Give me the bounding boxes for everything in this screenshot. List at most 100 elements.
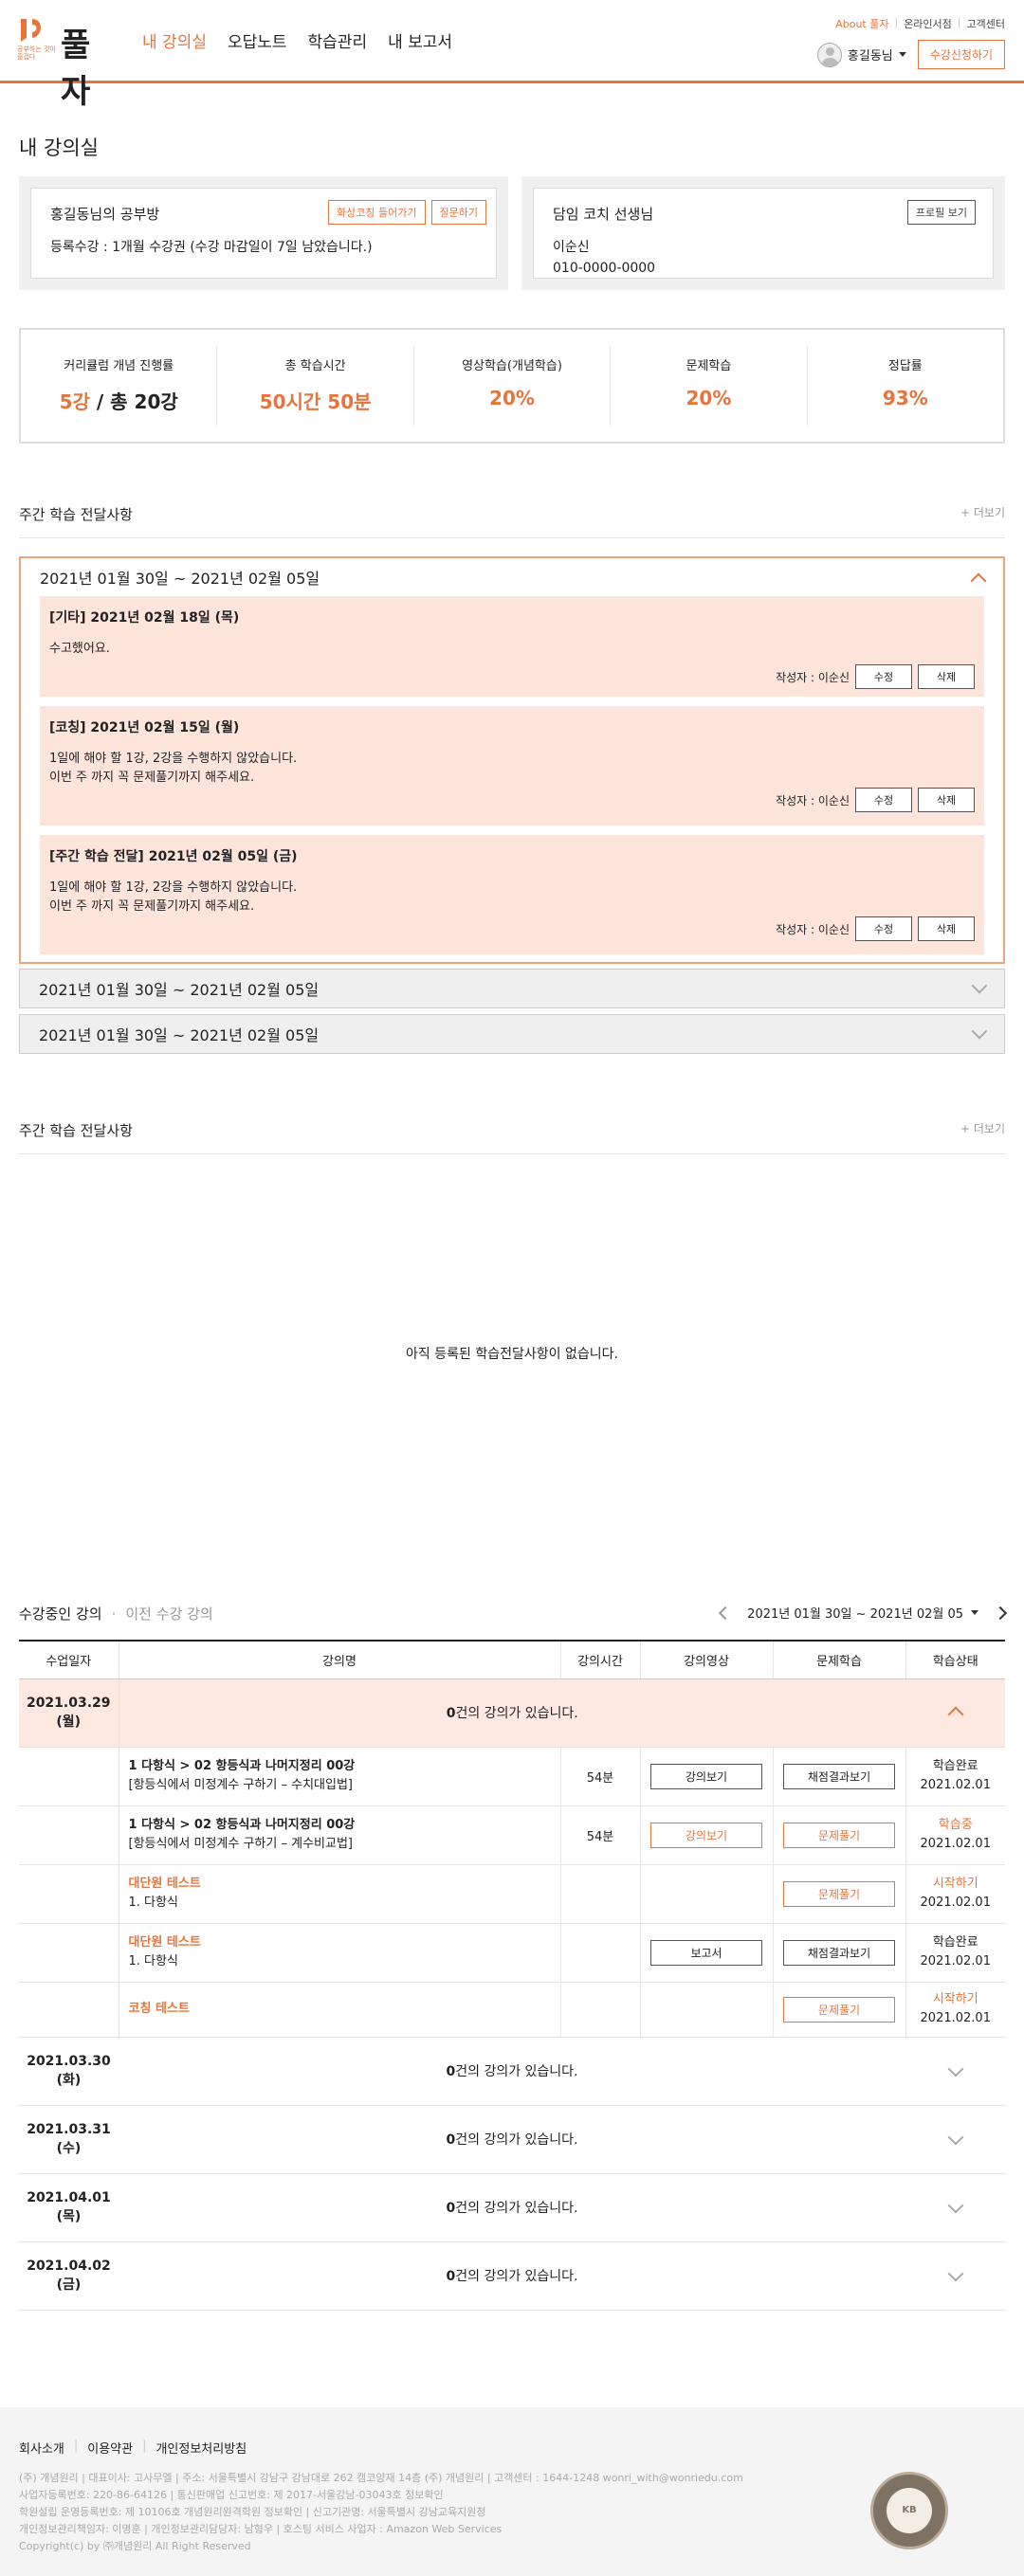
start-link[interactable]: 시작하기 <box>906 1990 1006 2009</box>
company-link[interactable]: 회사소개 <box>19 2439 64 2457</box>
weekly-accordion-closed[interactable]: 2021년 01월 30일 ~ 2021년 02월 05일 <box>19 1014 1005 1054</box>
notice-item: [코칭] 2021년 02월 15일 (월) 1일에 해야 할 1강, 2강을 … <box>40 706 984 825</box>
notice-item: [기타] 2021년 02월 18일 (목) 수고했어요. 작성자 : 이순신 수… <box>40 596 984 697</box>
logo[interactable]: 공부하는 것이 즐겁다 풀자 <box>17 17 121 111</box>
weekly-accordion-open: 2021년 01월 30일 ~ 2021년 02월 05일 [기타] 2021년… <box>19 556 1005 964</box>
edit-button[interactable]: 수정 <box>855 916 912 941</box>
grading-result-button[interactable]: 채점결과보기 <box>783 1763 895 1789</box>
nav-study-management[interactable]: 학습관리 <box>308 28 368 52</box>
accordion-header[interactable]: 2021년 01월 30일 ~ 2021년 02월 05일 <box>21 558 1003 596</box>
delete-button[interactable]: 삭제 <box>918 664 975 689</box>
stats-panel: 커리큘럼 개념 진행률 5강 / 총 20강 총 학습시간 50시간 50분 영상학… <box>19 328 1005 444</box>
logo-subtitle: 공부하는 것이 즐겁다 <box>17 45 56 61</box>
next-arrow-icon[interactable] <box>993 1605 1008 1620</box>
course-table: 수업일자 강의명 강의시간 강의영상 문제학습 학습상태 2021.03.29(… <box>19 1640 1005 2311</box>
user-area: 홍길동님 수강신청하기 <box>816 40 1005 69</box>
notice-item: [주간 학습 전달] 2021년 02월 05일 (금) 1일에 해야 할 1강… <box>40 835 984 954</box>
logo-text: 풀자 <box>61 27 92 111</box>
online-store-link[interactable]: 온라인서점 <box>904 16 952 31</box>
weekly-accordion-closed[interactable]: 2021년 01월 30일 ~ 2021년 02월 05일 <box>19 969 1005 1008</box>
stat-problem: 문제학습 20% <box>611 346 808 426</box>
day-row[interactable]: 2021.03.29 (월) 0건의 강의가 있습니다. <box>19 1678 1005 1748</box>
solve-problems-button[interactable]: 문제풀기 <box>783 1880 895 1907</box>
tab-past-courses[interactable]: 이전 수강 강의 <box>125 1604 212 1624</box>
section-title: 주간 학습 전달사항 <box>19 1122 133 1139</box>
start-link[interactable]: 시작하기 <box>906 1875 1006 1894</box>
stat-total-time: 총 학습시간 50시간 50분 <box>217 346 414 426</box>
chevron-down-icon <box>947 2265 963 2281</box>
watch-lecture-button[interactable]: 강의보기 <box>650 1763 762 1789</box>
section-title: 주간 학습 전달사항 <box>19 506 133 523</box>
chevron-down-icon <box>947 2197 963 2213</box>
header: 공부하는 것이 즐겁다 풀자 내 강의실 오답노트 학습관리 내 보고서 Abo… <box>0 0 1024 111</box>
apply-course-button[interactable]: 수강신청하기 <box>917 40 1005 69</box>
day-row[interactable]: 2021.03.31 (수) 0건의 강의가 있습니다. <box>19 2105 1005 2174</box>
utility-links: About 풀자 | 온라인서점 | 고객센터 <box>835 16 1005 31</box>
chevron-down-icon <box>971 1023 988 1040</box>
solve-problems-button[interactable]: 문제풀기 <box>783 1996 895 2023</box>
about-link[interactable]: About 풀자 <box>835 16 888 31</box>
profile-button[interactable]: 프로필 보기 <box>906 200 976 225</box>
more-link[interactable]: + 더보기 <box>960 504 1005 524</box>
nav-my-classroom[interactable]: 내 강의실 <box>142 28 207 52</box>
weekly-section-header-2: 주간 학습 전달사항 + 더보기 <box>19 1120 1005 1154</box>
table-row: 대단원 테스트 1. 다항식 보고서 채점결과보기 학습완료 2021.02.01 <box>19 1923 1005 1983</box>
nav-my-report[interactable]: 내 보고서 <box>388 28 452 52</box>
table-row: 1 다항식 > 02 항등식과 나머지정리 00강 [항등식에서 미정계수 구하기… <box>19 1747 1005 1806</box>
coach-card: 담임 코치 선생님 프로필 보기 이순신 010-0000-0000 <box>521 176 1005 290</box>
nav-wrong-answer-note[interactable]: 오답노트 <box>228 28 287 52</box>
coach-info: 이순신 010-0000-0000 <box>553 237 974 279</box>
stat-video: 영상학습(개념학습) 20% <box>414 346 612 426</box>
chevron-down-icon <box>947 2129 963 2145</box>
chevron-up-icon <box>970 572 987 590</box>
stat-accuracy: 정답률 93% <box>882 359 928 409</box>
avatar <box>816 42 842 67</box>
caret-down-icon <box>971 1610 978 1615</box>
delete-button[interactable]: 삭제 <box>918 916 975 941</box>
empty-message: 아직 등록된 학습전달사항이 없습니다. <box>406 1347 618 1362</box>
course-tabs: 수강중인 강의 · 이전 수강 강의 <box>19 1604 213 1624</box>
footer-links: 회사소개 | 이용약관 | 개인정보처리방침 <box>19 2439 247 2457</box>
user-menu[interactable]: 홍길동님 <box>816 42 906 67</box>
chevron-down-icon <box>947 2060 963 2077</box>
chevron-up-icon <box>947 1706 963 1723</box>
page-title: 내 강의실 <box>19 136 99 159</box>
date-range-nav: 2021년 01월 30일 ~ 2021년 02월 05 <box>719 1604 1008 1622</box>
privacy-link[interactable]: 개인정보처리방침 <box>155 2439 247 2457</box>
table-row: 대단원 테스트 1. 다항식 문제풀기 시작하기 2021.02.01 <box>19 1864 1006 1924</box>
terms-link[interactable]: 이용약관 <box>87 2439 133 2457</box>
coach-name: 이순신 <box>553 240 590 255</box>
edit-button[interactable]: 수정 <box>855 788 912 812</box>
tab-current-courses[interactable]: 수강중인 강의 <box>19 1604 102 1624</box>
user-name: 홍길동님 <box>847 49 893 63</box>
study-room-card: 홍길동님의 공부방 화상코칭 들어가기 질문하기 등록수강 : 1개월 수강권 … <box>19 176 508 290</box>
coach-phone: 010-0000-0000 <box>553 261 656 276</box>
stat-curriculum: 커리큘럼 개념 진행률 5강 / 총 20강 <box>21 346 218 426</box>
solve-problems-button[interactable]: 문제풀기 <box>783 1822 895 1848</box>
watch-lecture-button[interactable]: 강의보기 <box>650 1822 762 1848</box>
table-row: 코칭 테스트 문제풀기 시작하기 2021.02.01 <box>19 1982 1006 2038</box>
day-row[interactable]: 2021.04.02 (금) 0건의 강의가 있습니다. <box>19 2241 1005 2311</box>
enrollment-info: 등록수강 : 1개월 수강권 (수강 마감일이 7일 남았습니다.) <box>50 240 373 255</box>
table-header: 수업일자 강의명 강의시간 강의영상 문제학습 학습상태 <box>19 1640 1005 1679</box>
question-button[interactable]: 질문하기 <box>430 200 486 225</box>
date-range-select[interactable]: 2021년 01월 30일 ~ 2021년 02월 05 <box>747 1604 978 1622</box>
footer: 회사소개 | 이용약관 | 개인정보처리방침 (주) 개념원리 | 대표이사: 고사… <box>0 2407 1024 2576</box>
edit-button[interactable]: 수정 <box>855 664 912 689</box>
report-button[interactable]: 보고서 <box>650 1939 762 1966</box>
more-link[interactable]: + 더보기 <box>960 1120 1005 1140</box>
delete-button[interactable]: 삭제 <box>918 788 975 812</box>
day-row[interactable]: 2021.03.30 (화) 0건의 강의가 있습니다. <box>19 2037 1005 2106</box>
prev-arrow-icon[interactable] <box>719 1605 733 1620</box>
main-nav: 내 강의실 오답노트 학습관리 내 보고서 <box>142 28 452 52</box>
kb-escrow-badge: KB <box>870 2472 948 2549</box>
weekly-section-header: 주간 학습 전달사항 + 더보기 <box>19 504 1005 538</box>
grading-result-button[interactable]: 채점결과보기 <box>783 1939 895 1966</box>
video-coaching-button[interactable]: 화상코칭 들어가기 <box>328 200 426 225</box>
caret-down-icon <box>898 52 906 57</box>
chevron-down-icon <box>971 977 988 994</box>
customer-center-link[interactable]: 고객센터 <box>967 16 1005 31</box>
day-row[interactable]: 2021.04.01 (목) 0건의 강의가 있습니다. <box>19 2173 1005 2242</box>
table-row: 1 다항식 > 02 항등식과 나머지정리 00강 [항등식에서 미정계수 구하기… <box>19 1805 1005 1865</box>
company-info: (주) 개념원리 | 대표이사: 고사무엘 | 주소: 서울특별시 강남구 강남… <box>19 2472 743 2552</box>
